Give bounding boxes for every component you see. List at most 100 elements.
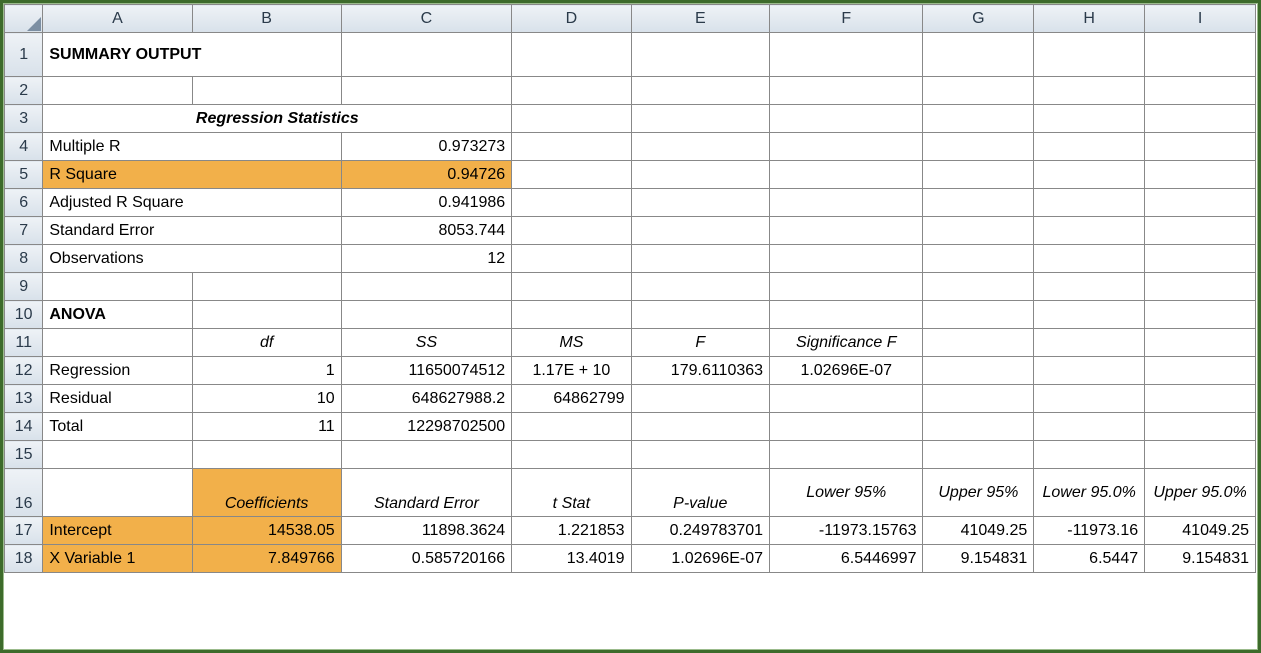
cell-E14[interactable] xyxy=(631,413,770,441)
cell-G11[interactable] xyxy=(923,329,1034,357)
cell-I4[interactable] xyxy=(1145,133,1256,161)
cell-G8[interactable] xyxy=(923,245,1034,273)
cell-G2[interactable] xyxy=(923,77,1034,105)
cell-F6[interactable] xyxy=(770,189,923,217)
cell-G3[interactable] xyxy=(923,105,1034,133)
col-header-F[interactable]: F xyxy=(770,5,923,33)
cell-H7[interactable] xyxy=(1034,217,1145,245)
cell-I16[interactable]: Upper 95.0% xyxy=(1145,469,1256,517)
cell-B15[interactable] xyxy=(192,441,341,469)
cell-H3[interactable] xyxy=(1034,105,1145,133)
col-header-G[interactable]: G xyxy=(923,5,1034,33)
cell-F10[interactable] xyxy=(770,301,923,329)
cell-E2[interactable] xyxy=(631,77,770,105)
cell-F7[interactable] xyxy=(770,217,923,245)
cell-C15[interactable] xyxy=(341,441,511,469)
cell-A8[interactable]: Observations xyxy=(43,245,341,273)
cell-G1[interactable] xyxy=(923,33,1034,77)
cell-H5[interactable] xyxy=(1034,161,1145,189)
cell-H12[interactable] xyxy=(1034,357,1145,385)
cell-F11[interactable]: Significance F xyxy=(770,329,923,357)
cell-H18[interactable]: 6.5447 xyxy=(1034,545,1145,573)
row-header-18[interactable]: 18 xyxy=(5,545,43,573)
cell-A9[interactable] xyxy=(43,273,192,301)
cell-E12[interactable]: 179.6110363 xyxy=(631,357,770,385)
cell-C6[interactable]: 0.941986 xyxy=(341,189,511,217)
cell-G9[interactable] xyxy=(923,273,1034,301)
cell-D10[interactable] xyxy=(512,301,631,329)
cell-D12[interactable]: 1.17E + 10 xyxy=(512,357,631,385)
cell-I10[interactable] xyxy=(1145,301,1256,329)
cell-C8[interactable]: 12 xyxy=(341,245,511,273)
cell-B11[interactable]: df xyxy=(192,329,341,357)
row-header-15[interactable]: 15 xyxy=(5,441,43,469)
cell-D18[interactable]: 13.4019 xyxy=(512,545,631,573)
col-header-C[interactable]: C xyxy=(341,5,511,33)
cell-D15[interactable] xyxy=(512,441,631,469)
cell-C16[interactable]: Standard Error xyxy=(341,469,511,517)
row-header-10[interactable]: 10 xyxy=(5,301,43,329)
row-header-5[interactable]: 5 xyxy=(5,161,43,189)
select-all-corner[interactable] xyxy=(5,5,43,33)
spreadsheet-grid[interactable]: A B C D E F G H I 1 SUMMARY OUTPUT 2 3 xyxy=(4,4,1256,573)
row-header-7[interactable]: 7 xyxy=(5,217,43,245)
cell-E9[interactable] xyxy=(631,273,770,301)
cell-H10[interactable] xyxy=(1034,301,1145,329)
cell-D14[interactable] xyxy=(512,413,631,441)
cell-C17[interactable]: 11898.3624 xyxy=(341,517,511,545)
cell-H8[interactable] xyxy=(1034,245,1145,273)
cell-G13[interactable] xyxy=(923,385,1034,413)
cell-D4[interactable] xyxy=(512,133,631,161)
cell-B12[interactable]: 1 xyxy=(192,357,341,385)
cell-H11[interactable] xyxy=(1034,329,1145,357)
cell-A10[interactable]: ANOVA xyxy=(43,301,192,329)
col-header-E[interactable]: E xyxy=(631,5,770,33)
cell-F2[interactable] xyxy=(770,77,923,105)
row-header-2[interactable]: 2 xyxy=(5,77,43,105)
cell-A1[interactable]: SUMMARY OUTPUT xyxy=(43,33,341,77)
cell-I12[interactable] xyxy=(1145,357,1256,385)
cell-C7[interactable]: 8053.744 xyxy=(341,217,511,245)
cell-H17[interactable]: -11973.16 xyxy=(1034,517,1145,545)
cell-I13[interactable] xyxy=(1145,385,1256,413)
row-header-13[interactable]: 13 xyxy=(5,385,43,413)
cell-I3[interactable] xyxy=(1145,105,1256,133)
cell-F9[interactable] xyxy=(770,273,923,301)
cell-A7[interactable]: Standard Error xyxy=(43,217,341,245)
cell-C2[interactable] xyxy=(341,77,511,105)
cell-F12[interactable]: 1.02696E-07 xyxy=(770,357,923,385)
cell-G5[interactable] xyxy=(923,161,1034,189)
cell-A16[interactable] xyxy=(43,469,192,517)
cell-F13[interactable] xyxy=(770,385,923,413)
cell-F8[interactable] xyxy=(770,245,923,273)
cell-D3[interactable] xyxy=(512,105,631,133)
cell-D9[interactable] xyxy=(512,273,631,301)
cell-B16[interactable]: Coefficients xyxy=(192,469,341,517)
cell-E5[interactable] xyxy=(631,161,770,189)
cell-A11[interactable] xyxy=(43,329,192,357)
cell-A3[interactable]: Regression Statistics xyxy=(43,105,512,133)
cell-G4[interactable] xyxy=(923,133,1034,161)
cell-I7[interactable] xyxy=(1145,217,1256,245)
cell-H13[interactable] xyxy=(1034,385,1145,413)
cell-D5[interactable] xyxy=(512,161,631,189)
cell-D1[interactable] xyxy=(512,33,631,77)
cell-F3[interactable] xyxy=(770,105,923,133)
cell-G12[interactable] xyxy=(923,357,1034,385)
cell-H4[interactable] xyxy=(1034,133,1145,161)
cell-A6[interactable]: Adjusted R Square xyxy=(43,189,341,217)
cell-D13[interactable]: 64862799 xyxy=(512,385,631,413)
cell-H16[interactable]: Lower 95.0% xyxy=(1034,469,1145,517)
cell-A13[interactable]: Residual xyxy=(43,385,192,413)
cell-F1[interactable] xyxy=(770,33,923,77)
cell-E10[interactable] xyxy=(631,301,770,329)
cell-H6[interactable] xyxy=(1034,189,1145,217)
cell-A5[interactable]: R Square xyxy=(43,161,341,189)
cell-B17[interactable]: 14538.05 xyxy=(192,517,341,545)
cell-E18[interactable]: 1.02696E-07 xyxy=(631,545,770,573)
cell-D16[interactable]: t Stat xyxy=(512,469,631,517)
cell-D17[interactable]: 1.221853 xyxy=(512,517,631,545)
row-header-3[interactable]: 3 xyxy=(5,105,43,133)
cell-D6[interactable] xyxy=(512,189,631,217)
spreadsheet-scroll[interactable]: A B C D E F G H I 1 SUMMARY OUTPUT 2 3 xyxy=(3,3,1258,650)
